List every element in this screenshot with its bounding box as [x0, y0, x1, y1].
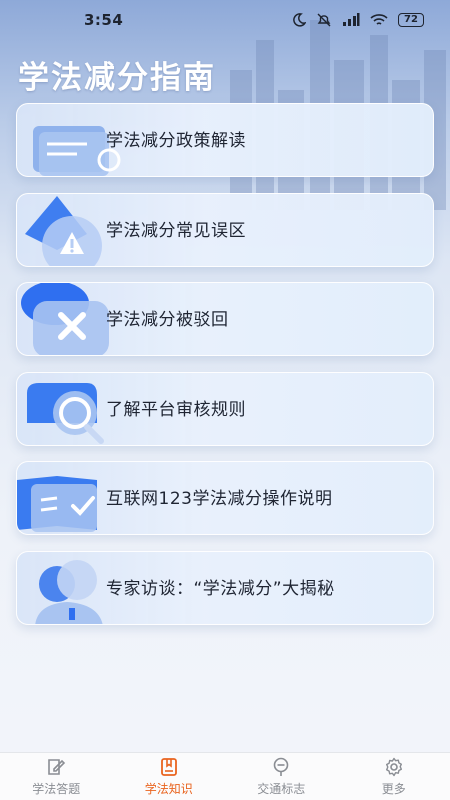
hd-signal-icon	[343, 13, 360, 26]
wifi-icon	[370, 14, 388, 25]
menu-card-label: 学法减分政策解读	[106, 131, 246, 151]
status-icons: 72	[292, 13, 424, 27]
tab-label: 交通标志	[257, 782, 306, 796]
status-bar: 3:54 72	[0, 0, 450, 40]
menu-card-expert-interview[interactable]: 专家访谈：“学法减分”大揭秘	[16, 550, 434, 625]
edit-icon	[48, 759, 66, 775]
menu-card-policy[interactable]: 学法减分政策解读	[16, 103, 434, 177]
book-icon	[160, 758, 177, 776]
tab-label: 学法答题	[32, 782, 81, 796]
tab-quiz[interactable]: 学法答题	[0, 753, 113, 800]
mute-icon	[317, 13, 331, 27]
menu-card-instructions[interactable]: 互联网123学法减分操作说明	[16, 461, 434, 535]
moon-icon	[293, 13, 306, 27]
guide-menu-list: 学法减分政策解读 学法减分常见误区 学法减分被驳回 了解平台审核规则 互联网12…	[16, 103, 434, 640]
menu-card-misconceptions[interactable]: 学法减分常见误区	[16, 192, 434, 267]
menu-card-review-rules[interactable]: 了解平台审核规则	[16, 371, 434, 446]
menu-card-label: 互联网123学法减分操作说明	[106, 489, 333, 509]
menu-card-label: 专家访谈：“学法减分”大揭秘	[106, 578, 335, 599]
status-time: 3:54	[84, 11, 124, 29]
tab-traffic-signs[interactable]: 交通标志	[225, 753, 338, 800]
tab-more[interactable]: 更多	[338, 753, 450, 800]
menu-card-rejected[interactable]: 学法减分被驳回	[16, 282, 434, 356]
tab-label: 更多	[381, 782, 406, 796]
sign-icon	[273, 757, 289, 776]
page-title: 学法减分指南	[18, 60, 216, 96]
bottom-tab-bar: 学法答题 学法知识 交通标志 更多	[0, 752, 450, 800]
tab-knowledge[interactable]: 学法知识	[113, 753, 226, 800]
menu-card-label: 了解平台审核规则	[106, 399, 246, 420]
tab-label: 学法知识	[144, 782, 193, 796]
menu-card-label: 学法减分常见误区	[106, 220, 246, 241]
battery-icon: 72	[398, 13, 424, 27]
gear-icon	[385, 757, 402, 777]
menu-card-label: 学法减分被驳回	[106, 310, 229, 330]
